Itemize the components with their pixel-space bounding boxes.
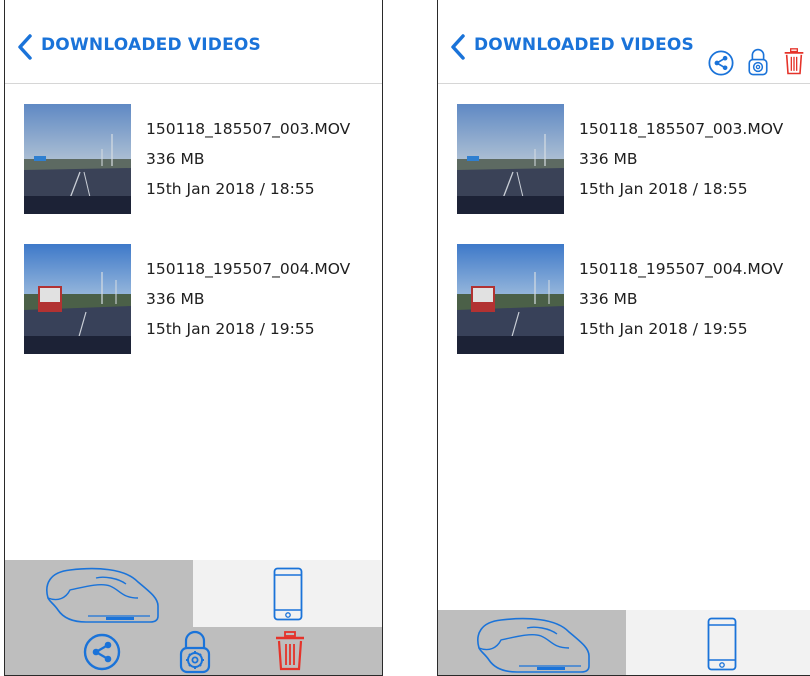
video-size: 336 MB [579, 290, 638, 308]
video-meta: 150118_195507_004.MOV 336 MB 15th Jan 20… [146, 254, 350, 344]
header: DOWNLOADED VIDEOS [438, 0, 810, 84]
video-filename: 150118_195507_004.MOV [579, 260, 784, 278]
page-title: DOWNLOADED VIDEOS [41, 35, 261, 55]
page-title: DOWNLOADED VIDEOS [474, 35, 694, 55]
tab-dashcam[interactable] [438, 610, 626, 675]
back-chevron-icon[interactable] [446, 32, 472, 62]
video-datetime: 15th Jan 2018 / 19:55 [146, 320, 315, 338]
list-item[interactable]: 150118_185507_003.MOV 336 MB 15th Jan 20… [457, 104, 797, 214]
back-chevron-icon[interactable] [13, 32, 39, 62]
tab-phone[interactable] [193, 560, 382, 627]
video-datetime: 15th Jan 2018 / 18:55 [146, 180, 315, 198]
dashcam-icon [471, 614, 596, 675]
video-filename: 150118_185507_003.MOV [146, 120, 351, 138]
delete-trash-icon[interactable] [784, 48, 804, 79]
video-thumbnail[interactable] [24, 104, 131, 214]
video-thumbnail[interactable] [457, 244, 564, 354]
video-size: 336 MB [146, 290, 205, 308]
video-thumbnail[interactable] [24, 244, 131, 354]
video-filename: 150118_185507_003.MOV [579, 120, 784, 138]
video-datetime: 15th Jan 2018 / 19:55 [579, 320, 748, 338]
protect-lock-icon[interactable] [748, 48, 768, 80]
list-item[interactable]: 150118_195507_004.MOV 336 MB 15th Jan 20… [24, 244, 364, 354]
video-size: 336 MB [579, 150, 638, 168]
screen-left: DOWNLOADED VIDEOS 150118_185507_003.MOV [4, 0, 383, 676]
list-item[interactable]: 150118_195507_004.MOV 336 MB 15th Jan 20… [457, 244, 797, 354]
video-meta: 150118_185507_003.MOV 336 MB 15th Jan 20… [579, 114, 783, 204]
screen-right: DOWNLOADED VIDEOS 150118_185507_003.MOV … [437, 0, 810, 676]
video-size: 336 MB [146, 150, 205, 168]
video-filename: 150118_195507_004.MOV [146, 260, 351, 278]
video-thumbnail[interactable] [457, 104, 564, 214]
phone-icon [707, 617, 737, 675]
delete-trash-icon[interactable] [275, 631, 305, 675]
share-icon[interactable] [708, 50, 734, 80]
list-item[interactable]: 150118_185507_003.MOV 336 MB 15th Jan 20… [24, 104, 364, 214]
source-tabbar [438, 610, 810, 675]
tab-phone[interactable] [626, 610, 810, 675]
phone-icon [273, 567, 303, 625]
source-tabbar [5, 560, 382, 627]
share-icon[interactable] [83, 633, 121, 675]
action-bar [5, 627, 382, 675]
header: DOWNLOADED VIDEOS [5, 0, 382, 84]
tab-dashcam[interactable] [5, 560, 193, 627]
video-meta: 150118_185507_003.MOV 336 MB 15th Jan 20… [146, 114, 350, 204]
dashcam-icon [40, 564, 165, 628]
video-meta: 150118_195507_004.MOV 336 MB 15th Jan 20… [579, 254, 783, 344]
protect-lock-icon[interactable] [179, 630, 211, 675]
video-datetime: 15th Jan 2018 / 18:55 [579, 180, 748, 198]
